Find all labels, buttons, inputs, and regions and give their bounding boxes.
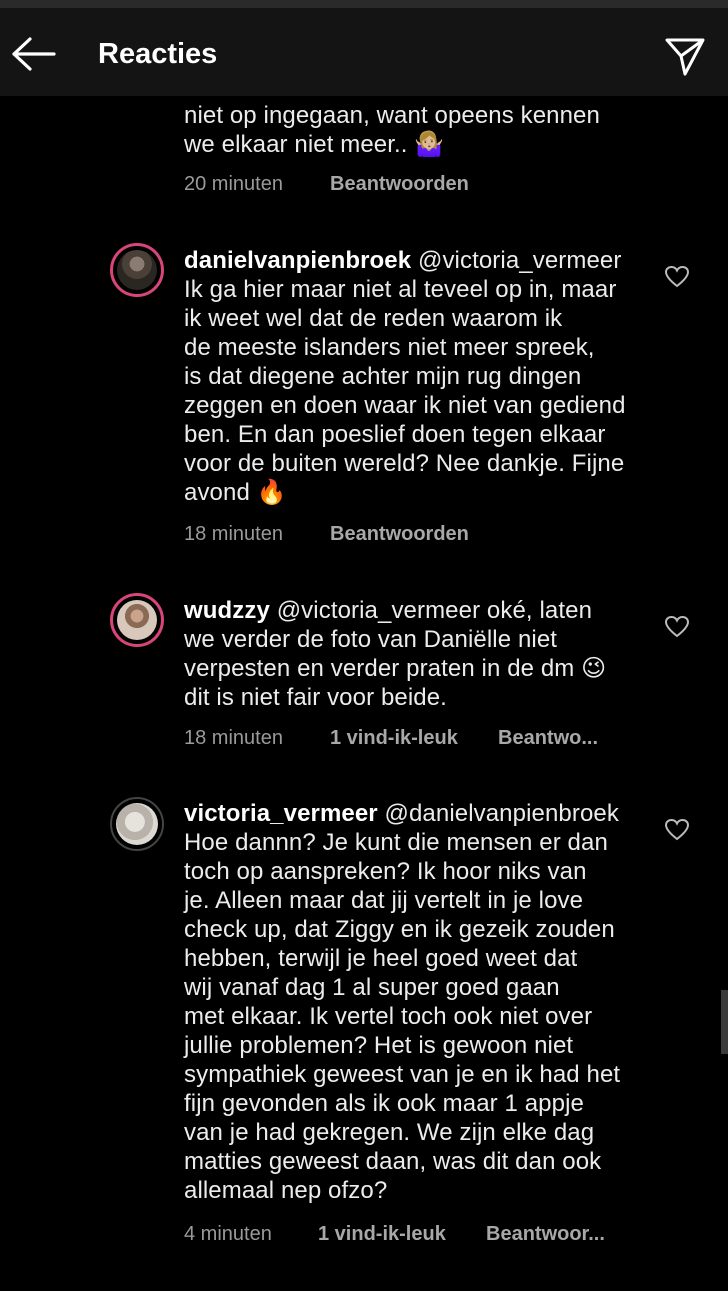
comment-line: de meeste islanders niet meer spreek, (184, 334, 595, 361)
comment-text: niet op ingegaan, want opeens kennen we … (184, 101, 654, 159)
comment-line: avond 🔥 (184, 479, 287, 506)
comment-line: check up, dat Ziggy en ik gezeik zouden (184, 916, 615, 943)
avatar[interactable] (110, 797, 164, 851)
comment-time: 18 minuten (184, 523, 283, 545)
comment-line: we verder de foto van Daniëlle niet (184, 626, 558, 653)
comment-line: matties geweest daan, was dit dan ook (184, 1148, 602, 1175)
page-title: Reacties (98, 38, 218, 70)
comment-line: Ik ga hier maar niet al teveel op in, ma… (184, 276, 617, 303)
reply-button[interactable]: Beantwo... (498, 727, 598, 749)
comment-line: Hoe dannn? Je kunt die mensen er dan (184, 829, 608, 856)
like-count[interactable]: 1 vind-ik-leuk (318, 1223, 486, 1246)
scrollbar-thumb[interactable] (721, 990, 728, 1054)
comment-time: 18 minuten (184, 727, 283, 749)
like-heart-icon[interactable] (664, 818, 690, 842)
comment-meta: 20 minuten Beantwoorden (184, 173, 469, 196)
comment-line: ik weet wel dat de reden waarom ik (184, 305, 563, 332)
comment-line: jullie problemen? Het is gewoon niet (184, 1032, 574, 1059)
comment-meta: 4 minuten 1 vind-ik-leuk Beantwoor... (184, 1223, 605, 1246)
comment-username[interactable]: wudzzy (184, 597, 270, 624)
comment-time: 20 minuten (184, 173, 283, 195)
reply-button[interactable]: Beantwoorden (330, 173, 469, 195)
avatar[interactable] (110, 593, 164, 647)
comment-line: verpesten en verder praten in de dm 😉 (184, 655, 607, 682)
comment-text: wudzzy @victoria_vermeer oké, laten we v… (184, 596, 654, 712)
comment-line: hebben, terwijl je heel goed weet dat (184, 945, 578, 972)
comment-line: dit is niet fair voor beide. (184, 684, 447, 711)
comment-line: van je had gekregen. We zijn elke dag (184, 1119, 595, 1146)
comment-line: ben. En dan poeslief doen tegen elkaar (184, 421, 606, 448)
comment-meta: 18 minuten 1 vind-ik-leuk Beantwo... (184, 727, 598, 750)
send-direct-icon[interactable] (664, 36, 706, 78)
comment-mention[interactable]: @victoria_vermeer (418, 247, 621, 274)
back-arrow-icon[interactable] (10, 36, 56, 72)
reply-button[interactable]: Beantwoorden (330, 523, 469, 545)
like-heart-icon[interactable] (664, 615, 690, 639)
comment-mention[interactable]: @victoria_vermeer oké, laten (277, 597, 592, 624)
comment-line: we elkaar niet meer.. 🤷🏼‍♀️ (184, 131, 445, 158)
comment-time: 4 minuten (184, 1223, 272, 1245)
comment-meta: 18 minuten Beantwoorden (184, 523, 469, 546)
avatar[interactable] (110, 243, 164, 297)
cut-off-text (184, 82, 654, 98)
comment-text: victoria_vermeer @danielvanpienbroek Hoe… (184, 799, 654, 1205)
comment-line: is dat diegene achter mijn rug dingen (184, 363, 582, 390)
comment-line: toch op aanspreken? Ik hoor niks van (184, 858, 587, 885)
comment-username[interactable]: victoria_vermeer (184, 800, 378, 827)
comment-line: met elkaar. Ik vertel toch ook niet over (184, 1003, 593, 1030)
comment-username[interactable]: danielvanpienbroek (184, 247, 411, 274)
reply-button[interactable]: Beantwoor... (486, 1223, 605, 1245)
comment-line: fijn gevonden als ik ook maar 1 appje (184, 1090, 584, 1117)
comment-line: wij vanaf dag 1 al super goed gaan (184, 974, 560, 1001)
like-heart-icon[interactable] (664, 265, 690, 289)
comment-mention[interactable]: @danielvanpienbroek (385, 800, 619, 827)
comment-line: sympathiek geweest van je en ik had het (184, 1061, 621, 1088)
comment-text: danielvanpienbroek @victoria_vermeer Ik … (184, 246, 654, 507)
comment-line: zeggen en doen waar ik niet van gediend (184, 392, 626, 419)
like-count[interactable]: 1 vind-ik-leuk (330, 727, 498, 750)
comment-line: je. Alleen maar dat jij vertelt in je lo… (184, 887, 584, 914)
comment-line: niet op ingegaan, want opeens kennen (184, 102, 600, 129)
comment-line: voor de buiten wereld? Nee dankje. Fijne (184, 450, 625, 477)
comment-line: allemaal nep ofzo? (184, 1177, 388, 1204)
